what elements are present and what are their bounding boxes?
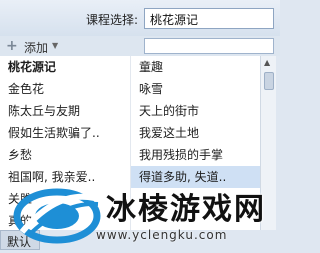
lesson-column-left: 桃花源记 金色花 陈太丘与友期 假如生活欺骗了.. 乡愁 祖国啊, 我亲爱.. 关雎 真的 xyxy=(0,56,130,232)
course-select[interactable]: 桃花源记 xyxy=(144,8,274,29)
course-select-label: 课程选择: xyxy=(86,13,139,27)
toolbar: + 添加 ▼ xyxy=(0,36,280,56)
list-item[interactable]: 关雎 xyxy=(0,188,130,210)
chevron-down-icon[interactable]: ▼ xyxy=(52,41,58,50)
course-header: 课程选择: 桃花源记 xyxy=(0,0,280,36)
list-item[interactable]: 乡愁 xyxy=(0,144,130,166)
plus-icon[interactable]: + xyxy=(6,38,18,54)
list-item[interactable]: 童趣 xyxy=(131,56,260,78)
list-item[interactable]: 天上的街市 xyxy=(131,100,260,122)
lesson-column-right: 童趣 咏雪 天上的街市 我爱这土地 我用残损的手掌 得道多助, 失道.. xyxy=(130,56,260,230)
scrollbar[interactable]: ▲ xyxy=(260,56,276,230)
list-item[interactable]: 假如生活欺骗了.. xyxy=(0,122,130,144)
lesson-list: 桃花源记 金色花 陈太丘与友期 假如生活欺骗了.. 乡愁 祖国啊, 我亲爱.. 关雎 真的 童… xyxy=(0,56,260,230)
default-button[interactable]: 默认 xyxy=(0,230,40,250)
scroll-up-icon[interactable]: ▲ xyxy=(264,58,270,67)
list-item[interactable]: 陈太丘与友期 xyxy=(0,100,130,122)
scroll-thumb[interactable] xyxy=(264,72,274,90)
list-item[interactable]: 真的 xyxy=(0,210,130,232)
list-item[interactable]: 得道多助, 失道.. xyxy=(131,166,260,188)
search-input[interactable] xyxy=(144,38,274,54)
add-button[interactable]: 添加 xyxy=(24,39,48,56)
list-item[interactable]: 桃花源记 xyxy=(0,56,130,78)
list-item[interactable]: 我爱这土地 xyxy=(131,122,260,144)
list-item[interactable]: 我用残损的手掌 xyxy=(131,144,260,166)
list-item[interactable]: 祖国啊, 我亲爱.. xyxy=(0,166,130,188)
list-item[interactable]: 金色花 xyxy=(0,78,130,100)
list-item[interactable]: 咏雪 xyxy=(131,78,260,100)
